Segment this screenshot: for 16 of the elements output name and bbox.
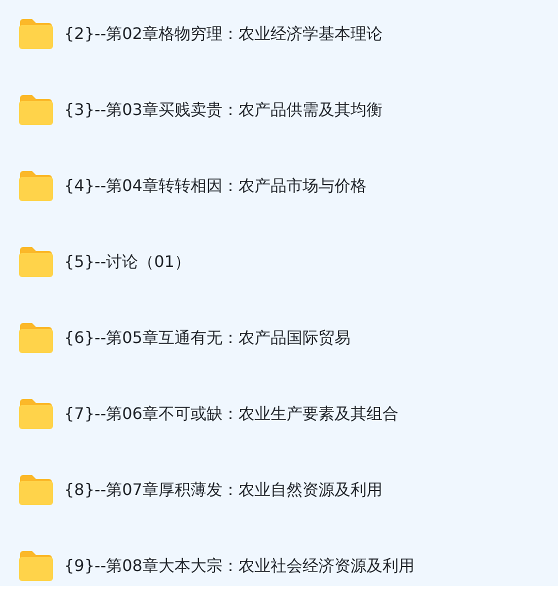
folder-icon [18,94,54,126]
folder-name[interactable]: {2}--第02章格物穷理：农业经济学基本理论 [64,24,382,44]
folder-name[interactable]: {6}--第05章互通有无：农产品国际贸易 [64,328,350,348]
folder-icon [18,18,54,50]
folder-icon [18,322,54,354]
folder-name[interactable]: {8}--第07章厚积薄发：农业自然资源及利用 [64,480,382,500]
folder-icon [18,398,54,430]
folder-name[interactable]: {7}--第06章不可或缺：农业生产要素及其组合 [64,404,398,424]
folder-name[interactable]: {4}--第04章转转相因：农产品市场与价格 [64,176,366,196]
folder-name[interactable]: {5}--讨论（01） [64,252,190,272]
folder-icon [18,170,54,202]
folder-icon [18,474,54,506]
folder-name[interactable]: {3}--第03章买贱卖贵：农产品供需及其均衡 [64,100,382,120]
folder-icon [18,246,54,278]
folder-icon [18,550,54,582]
folder-name[interactable]: {9}--第08章大本大宗：农业社会经济资源及利用 [64,556,414,576]
